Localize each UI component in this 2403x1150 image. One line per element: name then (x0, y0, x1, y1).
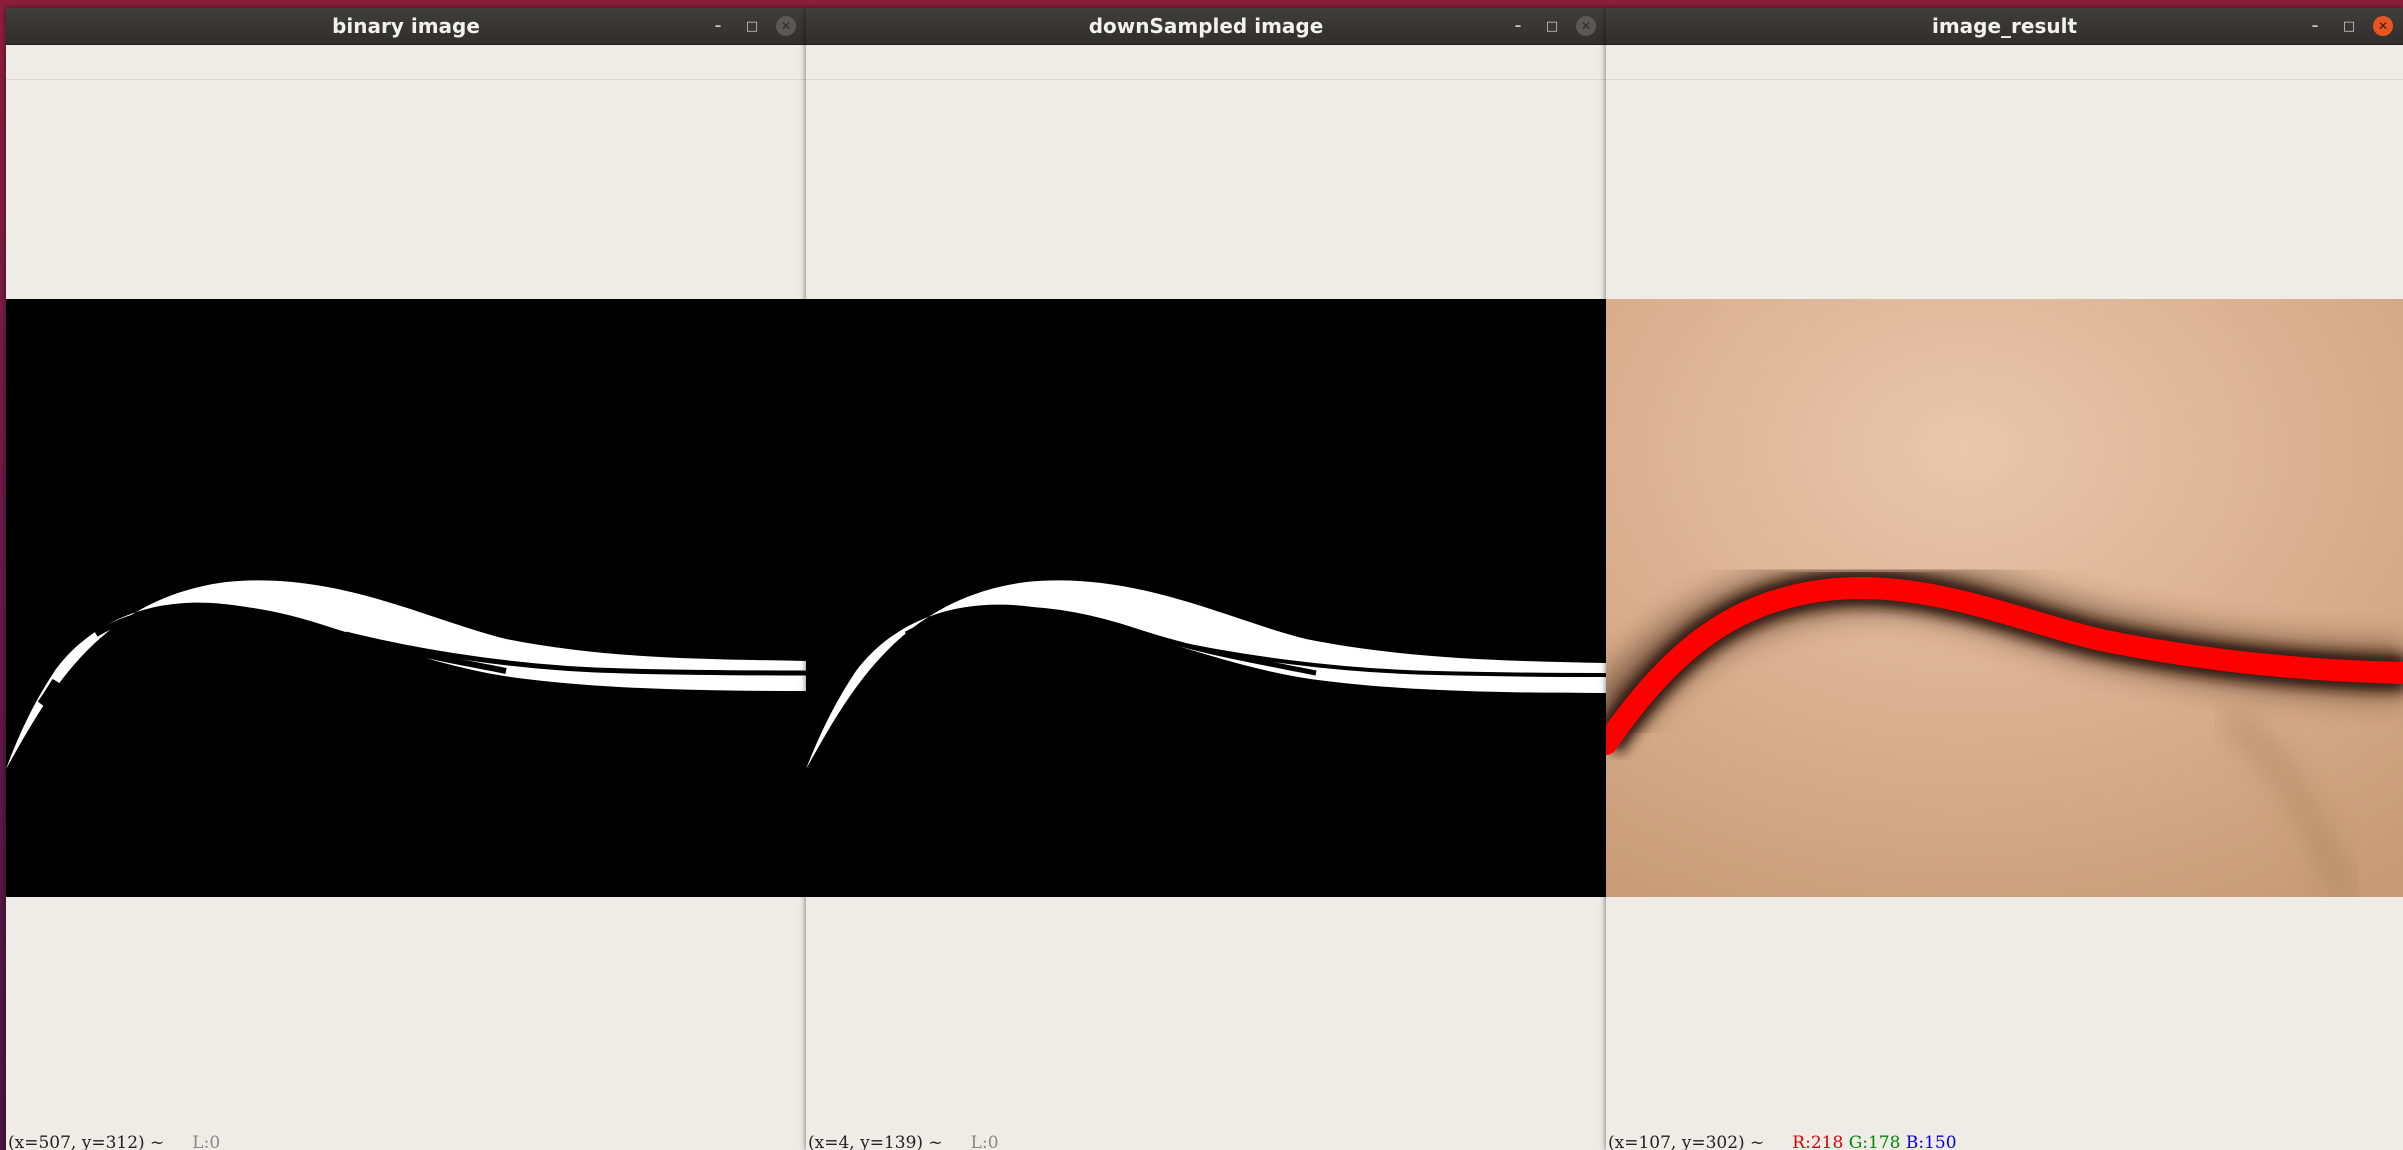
binary-image-canvas[interactable] (6, 299, 806, 897)
minimize-icon[interactable]: – (1508, 16, 1528, 36)
cursor-coords: (x=107, y=302) ~ (1608, 1133, 1765, 1150)
result-image-canvas[interactable] (1606, 299, 2403, 897)
close-icon[interactable]: ✕ (2373, 16, 2393, 36)
downsampled-image-window[interactable]: downSampled image – □ ✕ (x=4, y=139) ~ L:… (806, 8, 1606, 1150)
minimize-icon[interactable]: – (708, 16, 728, 36)
binary-image-window[interactable]: binary image – □ ✕ (x=507, y=312) ~ L:0 (6, 8, 806, 1150)
close-icon[interactable]: ✕ (776, 16, 796, 36)
pixel-g-value: G:178 (1848, 1133, 1901, 1150)
pixel-value: L:0 (970, 1133, 999, 1150)
maximize-icon[interactable]: □ (1542, 16, 1562, 36)
cursor-coords: (x=4, y=139) ~ (808, 1133, 943, 1150)
pixel-b-value: B:150 (1905, 1133, 1957, 1150)
binary-image (6, 299, 806, 897)
cursor-coords: (x=507, y=312) ~ (8, 1133, 165, 1150)
status-bar: (x=107, y=302) ~ R:218 G:178 B:150 (1606, 1128, 2403, 1150)
pixel-value: L:0 (192, 1133, 221, 1150)
result-image (1606, 299, 2403, 897)
image-result-window[interactable]: image_result – □ ✕ (x=107, y=302) ~ R:21… (1606, 8, 2403, 1150)
title-bar[interactable]: binary image – □ ✕ (6, 8, 806, 45)
toolbar (806, 45, 1606, 80)
status-bar: (x=507, y=312) ~ L:0 (6, 1128, 806, 1150)
window-title: image_result (1931, 14, 2078, 38)
toolbar (6, 45, 806, 80)
minimize-icon[interactable]: – (2305, 16, 2325, 36)
title-bar[interactable]: downSampled image – □ ✕ (806, 8, 1606, 45)
maximize-icon[interactable]: □ (742, 16, 762, 36)
downsampled-image-canvas[interactable] (806, 299, 1606, 897)
window-title: binary image (332, 14, 480, 38)
title-bar[interactable]: image_result – □ ✕ (1606, 8, 2403, 45)
status-bar: (x=4, y=139) ~ L:0 (806, 1128, 1606, 1150)
close-icon[interactable]: ✕ (1576, 16, 1596, 36)
maximize-icon[interactable]: □ (2339, 16, 2359, 36)
window-title: downSampled image (1088, 14, 1324, 38)
toolbar (1606, 45, 2403, 80)
pixel-r-value: R:218 (1792, 1133, 1844, 1150)
downsampled-image (806, 299, 1606, 897)
